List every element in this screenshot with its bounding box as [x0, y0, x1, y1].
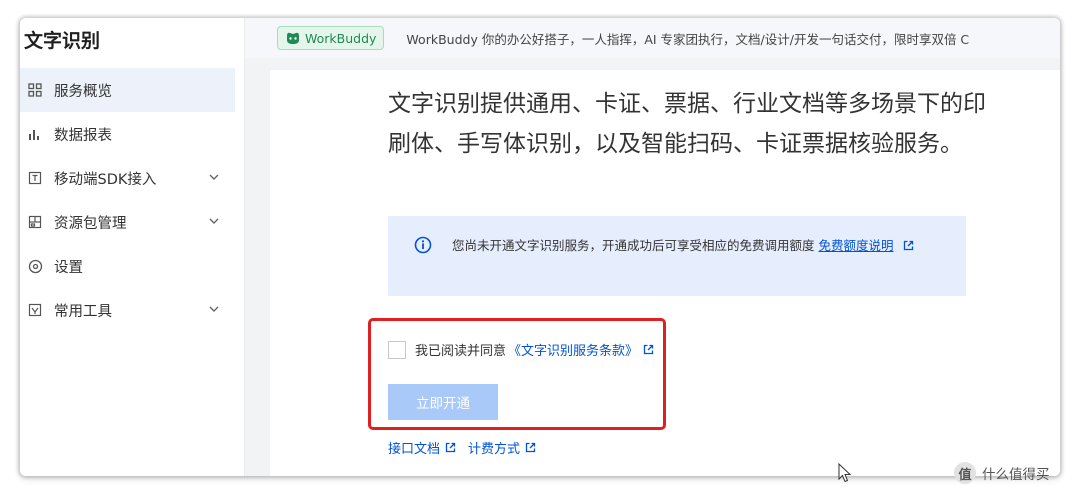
console-window: 文字识别 服务概览 数据报表 移动端SDK接入 资源包管理 设置 常用工具 Wo…	[20, 18, 1060, 476]
watermark-text: 什么值得买	[982, 467, 1050, 483]
pricing-link[interactable]: 计费方式	[468, 438, 536, 457]
workbuddy-badge-label: WorkBuddy	[305, 30, 377, 46]
sidebar-item-label: 数据报表	[54, 127, 112, 144]
sidebar-item-label: 常用工具	[54, 303, 112, 320]
sidebar-item-label: 设置	[54, 259, 83, 276]
info-icon	[414, 236, 432, 254]
chevron-down-icon[interactable]	[207, 170, 221, 184]
banner-text: WorkBuddy 你的办公好搭子，一人指挥，AI 专家团执行，文档/设计/开发…	[406, 31, 970, 47]
sidebar-item-tools[interactable]: 常用工具	[20, 288, 235, 332]
external-link-icon	[445, 442, 456, 453]
sidebar-item-overview[interactable]: 服务概览	[20, 68, 235, 112]
bar-chart-icon	[25, 124, 45, 144]
free-quota-link[interactable]: 免费额度说明	[819, 238, 894, 253]
sidebar-item-reports[interactable]: 数据报表	[20, 112, 235, 156]
sidebar-item-label: 移动端SDK接入	[54, 171, 157, 188]
terms-link[interactable]: 《文字识别服务条款》	[508, 340, 638, 359]
agreement-text: 我已阅读并同意	[415, 344, 507, 359]
activate-button[interactable]: 立即开通	[388, 384, 498, 420]
sidebar-item-settings[interactable]: 设置	[20, 244, 235, 288]
sidebar-item-packages[interactable]: 资源包管理	[20, 200, 235, 244]
api-docs-label: 接口文档	[388, 442, 441, 457]
watermark: 值 什么值得买	[954, 462, 1050, 484]
package-icon	[25, 212, 45, 232]
mouse-cursor-icon	[838, 463, 852, 483]
chevron-down-icon[interactable]	[207, 214, 221, 228]
agreement-checkbox[interactable]	[388, 340, 406, 359]
service-panel: 文字识别提供通用、卡证、票据、行业文档等多场景下的印刷体、手写体识别，以及智能扫…	[270, 70, 1060, 476]
sdk-icon	[25, 168, 45, 188]
external-link-icon[interactable]	[643, 344, 654, 355]
sidebar-item-sdk[interactable]: 移动端SDK接入	[20, 156, 235, 200]
pricing-label: 计费方式	[468, 442, 521, 457]
workbuddy-logo-icon	[287, 32, 299, 44]
notice-box: 您尚未开通文字识别服务，开通成功后可享受相应的免费调用额度 免费额度说明	[388, 216, 966, 296]
external-link-icon	[525, 442, 536, 453]
promo-banner[interactable]: WorkBuddy WorkBuddy 你的办公好搭子，一人指挥，AI 专家团执…	[245, 18, 1060, 58]
sidebar-item-label: 服务概览	[54, 83, 112, 100]
sidebar-item-label: 资源包管理	[54, 215, 127, 232]
sidebar: 文字识别 服务概览 数据报表 移动端SDK接入 资源包管理 设置 常用工具	[20, 18, 245, 476]
service-description: 文字识别提供通用、卡证、票据、行业文档等多场景下的印刷体、手写体识别，以及智能扫…	[388, 91, 986, 157]
chevron-down-icon[interactable]	[207, 302, 221, 316]
agreement-row: 我已阅读并同意 《文字识别服务条款》	[388, 340, 654, 359]
main-content: WorkBuddy WorkBuddy 你的办公好搭子，一人指挥，AI 专家团执…	[245, 18, 1060, 476]
tool-icon	[25, 300, 45, 320]
watermark-logo: 值	[954, 462, 976, 484]
gear-icon	[25, 256, 45, 276]
workbuddy-badge[interactable]: WorkBuddy	[277, 26, 385, 50]
external-link-icon[interactable]	[903, 240, 914, 251]
notice-text: 您尚未开通文字识别服务，开通成功后可享受相应的免费调用额度 免费额度说明	[452, 234, 932, 258]
footer-links: 接口文档 计费方式	[388, 438, 548, 457]
notice-message: 您尚未开通文字识别服务，开通成功后可享受相应的免费调用额度	[452, 238, 815, 253]
app-title: 文字识别	[24, 30, 101, 52]
grid-icon	[25, 80, 45, 100]
api-docs-link[interactable]: 接口文档	[388, 438, 456, 457]
